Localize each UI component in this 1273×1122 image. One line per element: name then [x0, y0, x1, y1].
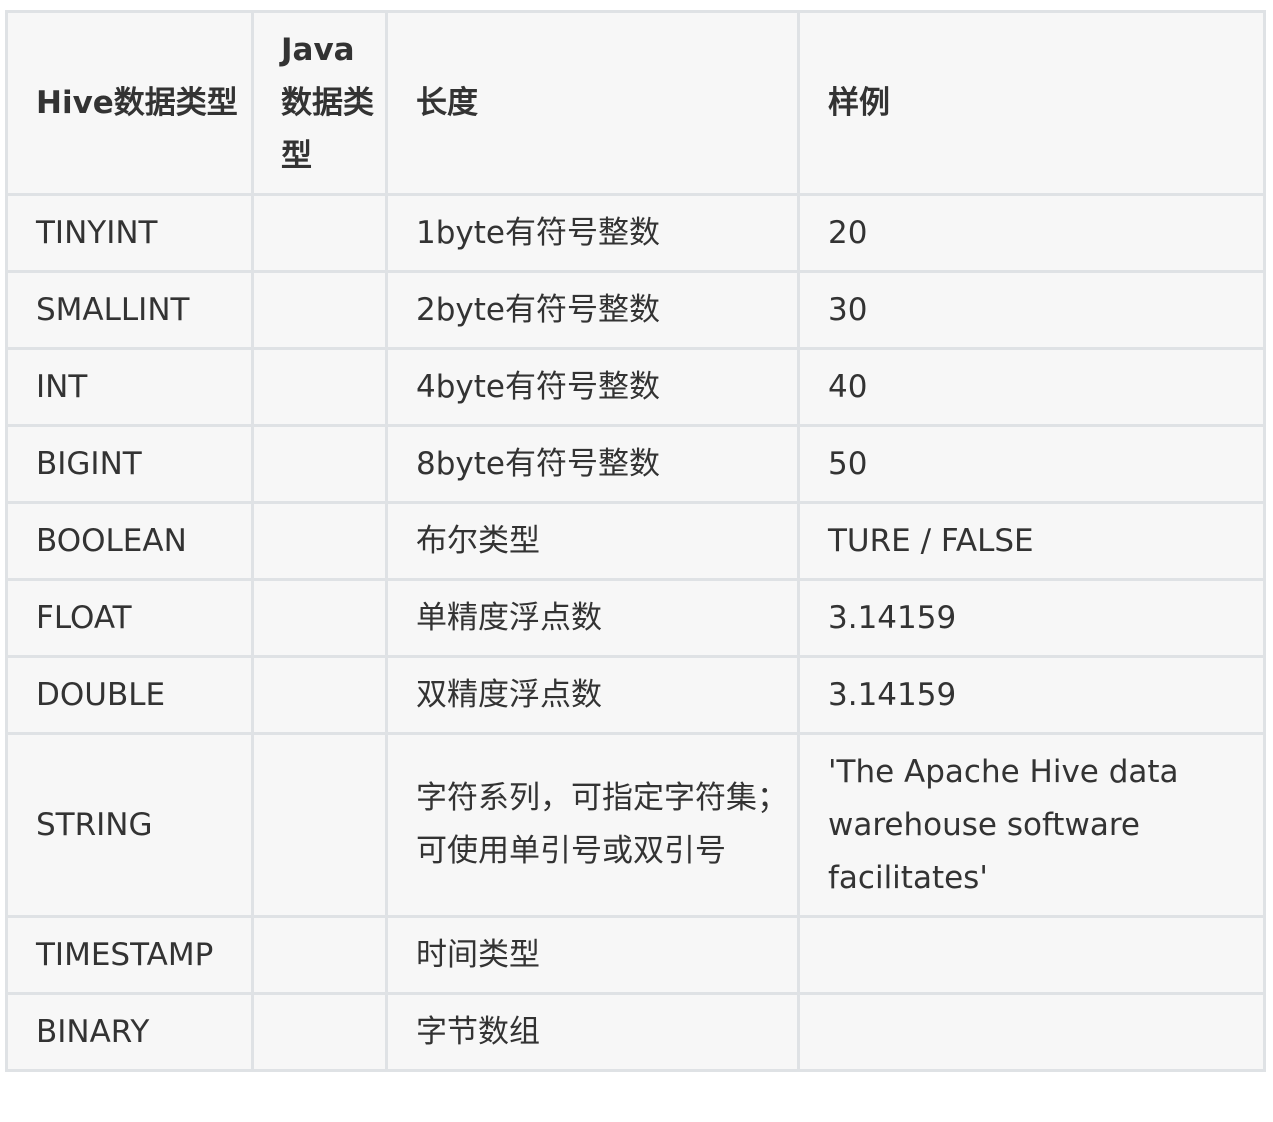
- cell-example: [797, 915, 1266, 995]
- cell-hive-type: TINYINT: [5, 193, 254, 273]
- cell-example: 3.14159: [797, 578, 1266, 658]
- cell-java-type: [251, 915, 388, 995]
- table-row: TINYINT 1byte有符号整数 20: [5, 193, 1266, 273]
- cell-example: TURE / FALSE: [797, 501, 1266, 581]
- table-row: BIGINT 8byte有符号整数 50: [5, 424, 1266, 504]
- table-row: BOOLEAN 布尔类型 TURE / FALSE: [5, 501, 1266, 581]
- table-row: BINARY 字节数组: [5, 992, 1266, 1072]
- cell-length: 单精度浮点数: [385, 578, 800, 658]
- cell-length: 字节数组: [385, 992, 800, 1072]
- table-row: FLOAT 单精度浮点数 3.14159: [5, 578, 1266, 658]
- cell-example: 'The Apache Hive data warehouse software…: [797, 732, 1266, 918]
- cell-hive-type: BINARY: [5, 992, 254, 1072]
- cell-example: 40: [797, 347, 1266, 427]
- cell-example: 50: [797, 424, 1266, 504]
- header-hive-type: Hive数据类型: [5, 10, 254, 196]
- cell-example: 20: [797, 193, 1266, 273]
- header-java-type: Java数据类型: [251, 10, 388, 196]
- header-example: 样例: [797, 10, 1266, 196]
- cell-example: 30: [797, 270, 1266, 350]
- cell-length: 布尔类型: [385, 501, 800, 581]
- cell-java-type: [251, 193, 388, 273]
- cell-length: 1byte有符号整数: [385, 193, 800, 273]
- header-row: Hive数据类型 Java数据类型 长度 样例: [5, 10, 1266, 196]
- cell-java-type: [251, 424, 388, 504]
- cell-java-type: [251, 732, 388, 918]
- table-row: SMALLINT 2byte有符号整数 30: [5, 270, 1266, 350]
- cell-hive-type: BOOLEAN: [5, 501, 254, 581]
- cell-java-type: [251, 270, 388, 350]
- cell-hive-type: STRING: [5, 732, 254, 918]
- cell-hive-type: INT: [5, 347, 254, 427]
- cell-java-type: [251, 347, 388, 427]
- cell-length: 时间类型: [385, 915, 800, 995]
- cell-example: [797, 992, 1266, 1072]
- data-types-table-container: Hive数据类型 Java数据类型 长度 样例 TINYINT 1byte有符号…: [5, 10, 1266, 1072]
- cell-java-type: [251, 992, 388, 1072]
- hive-data-types-table: Hive数据类型 Java数据类型 长度 样例 TINYINT 1byte有符号…: [5, 10, 1266, 1072]
- cell-length: 字符系列，可指定字符集；可使用单引号或双引号: [385, 732, 800, 918]
- cell-hive-type: TIMESTAMP: [5, 915, 254, 995]
- cell-length: 4byte有符号整数: [385, 347, 800, 427]
- table-row: DOUBLE 双精度浮点数 3.14159: [5, 655, 1266, 735]
- cell-example: 3.14159: [797, 655, 1266, 735]
- cell-java-type: [251, 655, 388, 735]
- cell-length: 2byte有符号整数: [385, 270, 800, 350]
- cell-hive-type: SMALLINT: [5, 270, 254, 350]
- cell-java-type: [251, 578, 388, 658]
- table-row: INT 4byte有符号整数 40: [5, 347, 1266, 427]
- table-row: STRING 字符系列，可指定字符集；可使用单引号或双引号 'The Apach…: [5, 732, 1266, 918]
- cell-length: 8byte有符号整数: [385, 424, 800, 504]
- cell-hive-type: DOUBLE: [5, 655, 254, 735]
- cell-java-type: [251, 501, 388, 581]
- cell-length: 双精度浮点数: [385, 655, 800, 735]
- header-length: 长度: [385, 10, 800, 196]
- cell-hive-type: FLOAT: [5, 578, 254, 658]
- table-row: TIMESTAMP 时间类型: [5, 915, 1266, 995]
- cell-hive-type: BIGINT: [5, 424, 254, 504]
